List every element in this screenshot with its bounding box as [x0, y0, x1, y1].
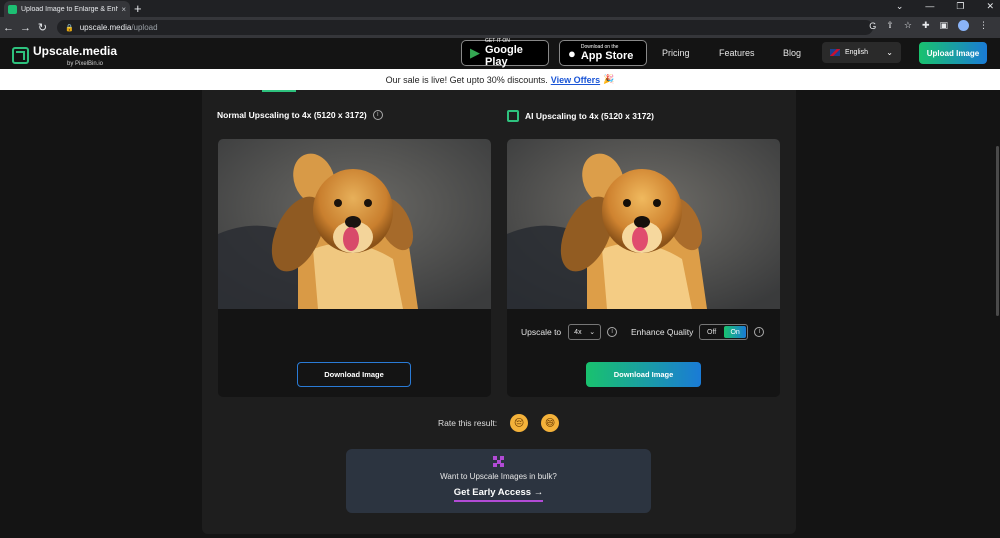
download-normal-button[interactable]: Download Image — [297, 362, 411, 387]
google-play-button[interactable]: ▶ GET IT ON Google Play — [461, 38, 549, 68]
close-window-button[interactable]: ✕ — [986, 1, 994, 12]
ai-column-title: AI Upscaling to 4x (5120 x 3172) — [507, 110, 654, 122]
profile-avatar[interactable] — [958, 20, 969, 31]
minimize-button[interactable]: — — [925, 1, 934, 12]
google-play-label: Google Play — [485, 44, 523, 68]
favicon-icon — [8, 4, 17, 14]
upscale-value: 4x — [574, 328, 582, 336]
ai-result-card — [507, 139, 780, 397]
ai-result-image — [507, 139, 780, 309]
extensions-icon[interactable]: ✚ — [922, 20, 930, 31]
active-tab-indicator — [262, 90, 296, 92]
logo-name: Upscale.media — [33, 44, 118, 58]
sale-banner: Our sale is live! Get upto 30% discounts… — [0, 69, 1000, 90]
upscale-select[interactable]: 4x ⌄ — [568, 324, 602, 340]
bulk-icon — [493, 456, 504, 467]
toggle-on[interactable]: On — [723, 326, 747, 338]
upscale-label: Upscale to — [521, 327, 562, 337]
nav-pricing[interactable]: Pricing — [662, 48, 690, 58]
ai-title: AI Upscaling to 4x (5120 x 3172) — [525, 111, 654, 121]
bookmark-star-icon[interactable]: ☆ — [904, 20, 912, 31]
back-icon[interactable]: ← — [0, 22, 17, 34]
page-scrollbar[interactable] — [996, 146, 999, 316]
google-icon[interactable]: G — [869, 21, 876, 31]
party-icon: 🎉 — [603, 74, 615, 84]
upscale-controls: Upscale to 4x ⌄ i — [521, 324, 618, 340]
tab-title: Upload Image to Enlarge & Enha — [21, 5, 119, 13]
reload-icon[interactable]: ↻ — [34, 21, 51, 34]
ai-upscale-icon — [507, 110, 519, 122]
uk-flag-icon — [830, 49, 840, 56]
rating-row: Rate this result: 😔 😄 — [438, 414, 560, 432]
upscale-logo-icon — [12, 46, 29, 64]
info-icon[interactable]: i — [754, 327, 765, 337]
google-play-icon: ▶ — [470, 45, 480, 60]
lock-icon: 🔒 — [65, 24, 74, 32]
chevron-down-icon: ⌄ — [589, 329, 596, 336]
bulk-question: Want to Upscale Images in bulk? — [440, 472, 557, 481]
language-select[interactable]: English ⌄ — [822, 42, 901, 63]
enhance-controls: Enhance Quality Off On i — [631, 324, 765, 340]
address-bar[interactable]: 🔒 upscale.media/upload — [57, 20, 873, 35]
site-header: Upscale.media by PixelBin.io ▶ GET IT ON… — [0, 38, 1000, 69]
new-tab-button[interactable]: + — [134, 1, 142, 16]
menu-kebab-icon[interactable]: ⋮ — [979, 20, 988, 31]
app-store-button[interactable]: ● Download on the App Store — [559, 40, 647, 66]
share-icon[interactable]: ⇪ — [886, 20, 894, 31]
apple-icon: ● — [568, 45, 576, 61]
restore-button[interactable]: ❐ — [956, 1, 964, 12]
tab-search-icon[interactable]: ⌄ — [896, 1, 904, 12]
language-value: English — [845, 49, 868, 56]
window-controls: ⌄ — ❐ ✕ — [896, 1, 994, 12]
app-store-label: App Store — [580, 50, 634, 62]
normal-title: Normal Upscaling to 4x (5120 x 3172) — [217, 110, 367, 120]
browser-toolbar: ← → ↻ 🔒 upscale.media/upload G ⇪ ☆ ✚ ▣ ⋮ — [0, 17, 1000, 38]
view-offers-link[interactable]: View Offers — [551, 75, 600, 85]
normal-result-image — [218, 139, 491, 309]
rating-label: Rate this result: — [438, 418, 498, 428]
normal-result-card — [218, 139, 491, 397]
sad-face-icon[interactable]: 😔 — [510, 414, 529, 432]
info-icon[interactable]: i — [607, 327, 618, 337]
url-host: upscale.media — [79, 23, 132, 32]
sidepanel-icon[interactable]: ▣ — [939, 20, 948, 31]
banner-text: Our sale is live! Get upto 30% discounts… — [385, 74, 548, 85]
logo-byline: by PixelBin.io — [67, 61, 104, 67]
info-icon[interactable]: i — [372, 110, 383, 120]
enhance-quality-toggle[interactable]: Off On — [699, 324, 749, 340]
toggle-off[interactable]: Off — [700, 325, 723, 339]
get-early-access-link[interactable]: Get Early Access → — [453, 487, 544, 502]
nav-blog[interactable]: Blog — [783, 48, 801, 58]
close-tab-icon[interactable]: × — [121, 5, 126, 14]
normal-column-title: Normal Upscaling to 4x (5120 x 3172) i — [217, 110, 383, 120]
happy-face-icon[interactable]: 😄 — [541, 414, 560, 432]
url-path: /upload — [131, 23, 158, 32]
chevron-down-icon: ⌄ — [886, 48, 893, 57]
forward-icon[interactable]: → — [17, 22, 34, 34]
upload-image-button[interactable]: Upload Image — [919, 42, 987, 64]
browser-tab[interactable]: Upload Image to Enlarge & Enha × — [4, 1, 130, 17]
site-logo[interactable]: Upscale.media by PixelBin.io — [12, 42, 117, 68]
browser-tabstrip: Upload Image to Enlarge & Enha × + ⌄ — ❐… — [0, 0, 1000, 17]
bulk-upscale-card: Want to Upscale Images in bulk? Get Earl… — [346, 449, 651, 513]
enhance-label: Enhance Quality — [631, 327, 694, 337]
download-ai-button[interactable]: Download Image — [586, 362, 701, 387]
browser-extensions: G ⇪ ☆ ✚ ▣ ⋮ — [869, 20, 988, 31]
nav-features[interactable]: Features — [719, 48, 755, 58]
